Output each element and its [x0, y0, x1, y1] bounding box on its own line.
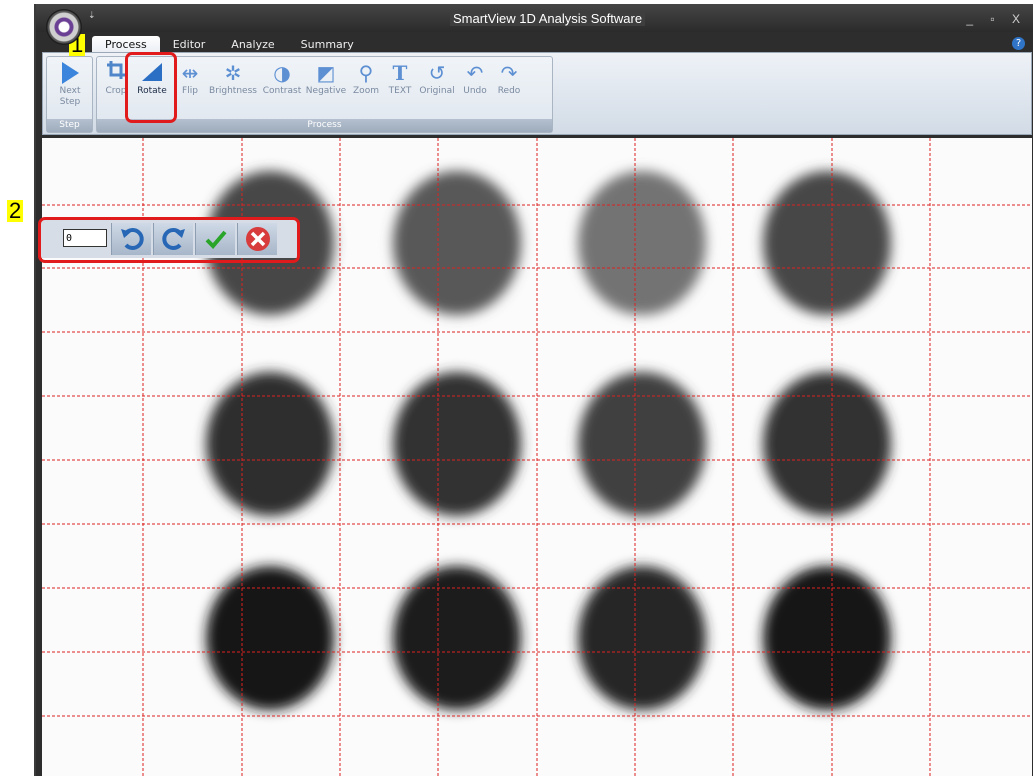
app-window: ⇣ SmartView 1D Analysis Software _ ▫ X P…: [34, 4, 1033, 776]
zoom-label: Zoom: [353, 86, 379, 96]
rotate-highlight-box: [125, 52, 177, 123]
contrast-icon: ◑: [273, 61, 291, 85]
zoom-button[interactable]: ⚲ Zoom: [350, 60, 382, 118]
negative-button[interactable]: ◩ Negative: [304, 60, 348, 118]
contrast-label: Contrast: [262, 86, 302, 96]
brightness-label: Brightness: [209, 86, 257, 96]
blot-dot: [393, 171, 521, 315]
flip-label: Flip: [182, 86, 198, 96]
callout-2: 2: [7, 198, 24, 223]
blot-dot: [763, 171, 891, 315]
step-group-label: Step: [47, 119, 92, 132]
text-t-icon: T: [392, 61, 408, 85]
redo-label: Redo: [497, 86, 521, 96]
rotate-toolbar-highlight-box: [38, 217, 300, 263]
flip-icon: ⇹: [181, 61, 199, 85]
text-button[interactable]: T TEXT: [386, 60, 414, 118]
blot-dot: [578, 171, 706, 315]
contrast-button[interactable]: ◑ Contrast: [260, 60, 304, 118]
ribbon-panel: Next Step Step Crop Rotate ⇹ Flip ✲ Brig…: [42, 52, 1032, 135]
blot-dot: [206, 372, 334, 516]
ribbon-group-step: Next Step Step: [46, 56, 93, 133]
undo-label: Undo: [463, 86, 487, 96]
window-title: SmartView 1D Analysis Software: [450, 11, 646, 26]
app-menu-orb-icon[interactable]: [46, 9, 82, 45]
original-button[interactable]: ↺ Original: [416, 60, 458, 118]
blot-dot: [578, 372, 706, 516]
window-controls[interactable]: _ ▫ X: [966, 12, 1027, 26]
next-step-icon: [57, 60, 83, 86]
original-label: Original: [419, 86, 455, 96]
zoom-magnifier-icon: ⚲: [358, 61, 374, 85]
text-label: TEXT: [388, 86, 412, 96]
negative-icon: ◩: [316, 61, 336, 85]
redo-button[interactable]: ↷ Redo: [493, 60, 525, 118]
undo-button[interactable]: ↶ Undo: [459, 60, 491, 118]
help-icon[interactable]: ?: [1012, 37, 1025, 50]
next-step-label-1: Next: [59, 86, 81, 96]
undo-icon: ↶: [466, 61, 484, 85]
next-step-button[interactable]: Next Step: [49, 60, 91, 118]
redo-icon: ↷: [500, 61, 518, 85]
blot-dot: [393, 372, 521, 516]
next-step-label-2: Step: [59, 97, 81, 107]
quick-access-dropdown[interactable]: ⇣: [88, 11, 96, 21]
blot-dot: [763, 372, 891, 516]
title-bar: ⇣ SmartView 1D Analysis Software _ ▫ X: [36, 4, 1033, 32]
brightness-sun-icon: ✲: [224, 61, 242, 85]
brightness-button[interactable]: ✲ Brightness: [207, 60, 259, 118]
flip-button[interactable]: ⇹ Flip: [175, 60, 205, 118]
negative-label: Negative: [305, 86, 347, 96]
original-reset-icon: ↺: [428, 61, 446, 85]
